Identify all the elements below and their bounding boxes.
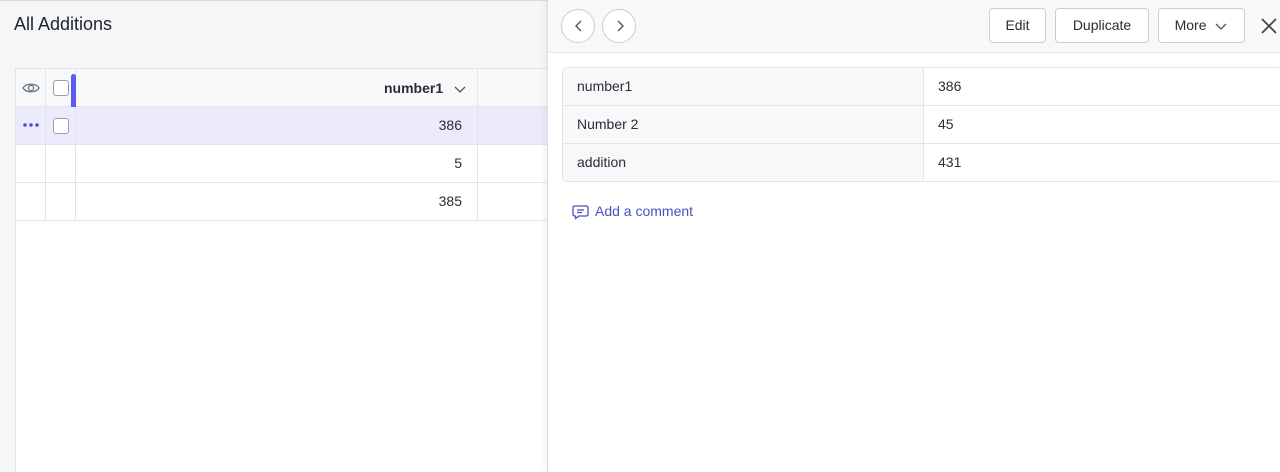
table-row[interactable]: 5 [16, 145, 549, 183]
panel-toolbar: Edit Duplicate More [548, 0, 1280, 53]
table-row[interactable]: 386 [16, 107, 549, 145]
field-label: number1 [563, 68, 924, 105]
more-dots-icon[interactable] [21, 117, 41, 133]
table-cell[interactable]: 5 [76, 145, 478, 182]
more-button-label: More [1174, 17, 1207, 33]
chevron-right-icon [617, 20, 624, 32]
table-row[interactable]: 385 [16, 183, 549, 221]
previous-record-button[interactable] [561, 9, 595, 43]
table-cell[interactable]: 386 [76, 107, 478, 144]
field-row: addition 431 [563, 144, 1280, 181]
duplicate-button[interactable]: Duplicate [1055, 8, 1149, 43]
grid-header: number1 [16, 69, 549, 115]
field-row: number1 386 [563, 68, 1280, 106]
records-grid: number1 386 5 385 [15, 68, 549, 472]
field-value[interactable]: 45 [924, 106, 1280, 143]
row-checkbox[interactable] [53, 118, 69, 134]
list-view: All Additions number1 386 5 385 [0, 0, 549, 472]
field-value[interactable]: 386 [924, 68, 1280, 105]
field-label: Number 2 [563, 106, 924, 143]
chevron-left-icon [575, 20, 582, 32]
column-header-number1[interactable]: number1 [76, 69, 478, 106]
close-icon[interactable] [1258, 15, 1280, 37]
table-cell[interactable]: 385 [76, 183, 478, 220]
column-header-label: number1 [383, 80, 444, 96]
chevron-down-icon[interactable] [453, 84, 467, 94]
edit-button[interactable]: Edit [989, 8, 1046, 43]
comment-icon [572, 205, 589, 220]
next-record-button[interactable] [602, 9, 636, 43]
record-fields-table: number1 386 Number 2 45 addition 431 [562, 67, 1280, 182]
field-label: addition [563, 144, 924, 181]
page-title: All Additions [14, 14, 113, 34]
select-all-checkbox[interactable] [53, 80, 69, 96]
add-comment-label: Add a comment [595, 203, 694, 219]
field-value[interactable]: 431 [924, 144, 1280, 181]
eye-icon[interactable] [22, 80, 40, 96]
field-row: Number 2 45 [563, 106, 1280, 144]
chevron-down-icon [1215, 23, 1227, 31]
more-button[interactable]: More [1158, 8, 1245, 43]
record-detail-panel: Edit Duplicate More number1 386 Number 2… [547, 0, 1280, 472]
